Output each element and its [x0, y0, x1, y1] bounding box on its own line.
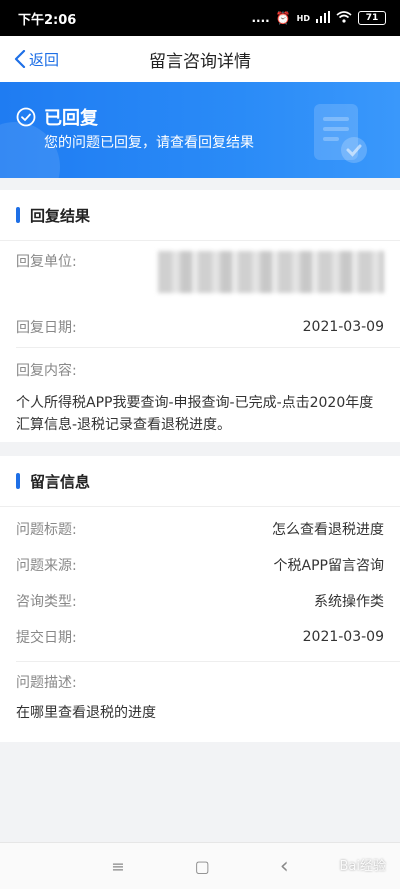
check-circle-icon — [16, 107, 36, 127]
reply-date-value: 2021-03-09 — [302, 319, 384, 335]
question-desc-label: 问题描述: — [16, 675, 77, 691]
signal-dots: .... — [251, 11, 270, 25]
message-section: 留言信息 问题标题: 怎么查看退税进度 问题来源: 个税APP留言咨询 咨询类型… — [0, 456, 400, 742]
reply-content-label: 回复内容: — [16, 363, 77, 379]
banner-header: 已回复 — [16, 104, 98, 130]
reply-unit-label: 回复单位: — [16, 254, 77, 270]
hd-label: HD — [296, 13, 310, 23]
reply-status: 已回复 — [44, 108, 98, 129]
back-label: 返回 — [29, 50, 60, 69]
reply-content-text: 个人所得税APP我要查询-申报查询-已完成-点击2020年度汇算信息-退税记录查… — [16, 395, 374, 433]
chevron-left-icon — [14, 50, 26, 68]
question-desc-label-row: 问题描述: — [0, 662, 400, 702]
alarm-icon: ⏰ — [275, 11, 291, 25]
reply-content-label-row: 回复内容: — [0, 348, 400, 392]
reply-section-title: 回复结果 — [30, 206, 91, 225]
battery-icon: 71 — [358, 11, 386, 25]
message-section-title: 留言信息 — [30, 472, 91, 491]
signal-icon — [316, 10, 330, 26]
reply-date-row: 回复日期: 2021-03-09 — [0, 307, 400, 347]
home-icon[interactable]: ▢ — [195, 857, 210, 876]
question-desc-text: 在哪里查看退税的进度 — [16, 705, 156, 721]
message-info-row: 咨询类型: 系统操作类 — [0, 583, 400, 619]
page-title: 留言咨询详情 — [149, 51, 251, 72]
status-banner: 已回复 您的问题已回复，请查看回复结果 — [0, 82, 400, 178]
message-section-header: 留言信息 — [0, 456, 400, 507]
message-info-row: 提交日期: 2021-03-09 — [0, 619, 400, 655]
watermark: Bai经验 — [339, 859, 387, 874]
document-check-icon — [314, 104, 367, 163]
section-accent-bar — [16, 473, 20, 489]
reply-date-label: 回复日期: — [16, 320, 77, 336]
status-time: 下午2:06 — [18, 12, 77, 28]
consult-type-label: 咨询类型: — [16, 594, 77, 610]
status-icons: .... ⏰ HD 71 — [251, 10, 386, 26]
nav-bar: 返回 留言咨询详情 — [0, 36, 400, 82]
reply-section: 回复结果 回复单位: 回复日期: 2021-03-09 回复内容: 个人所得税A… — [0, 190, 400, 442]
back-button[interactable]: 返回 — [14, 36, 59, 82]
menu-icon[interactable]: ≡ — [111, 857, 124, 876]
question-title-label: 问题标题: — [16, 522, 77, 538]
message-info-row: 问题来源: 个税APP留言咨询 — [0, 547, 400, 583]
question-source-label: 问题来源: — [16, 558, 77, 574]
banner-subtitle: 您的问题已回复，请查看回复结果 — [44, 135, 254, 151]
message-info-row: 问题标题: 怎么查看退税进度 — [0, 511, 400, 547]
question-source-value: 个税APP留言咨询 — [273, 558, 384, 574]
reply-section-header: 回复结果 — [0, 190, 400, 241]
back-nav-icon[interactable]: ‹ — [280, 854, 289, 879]
reply-unit-value-redacted — [158, 251, 384, 293]
submit-date-value: 2021-03-09 — [302, 629, 384, 645]
wifi-icon — [336, 10, 352, 26]
reply-unit-row: 回复单位: — [0, 241, 400, 307]
section-accent-bar — [16, 207, 20, 223]
consult-type-value: 系统操作类 — [314, 594, 384, 610]
status-bar: 下午2:06 .... ⏰ HD 71 — [0, 0, 400, 36]
submit-date-label: 提交日期: — [16, 630, 77, 646]
question-title-value: 怎么查看退税进度 — [272, 522, 384, 538]
